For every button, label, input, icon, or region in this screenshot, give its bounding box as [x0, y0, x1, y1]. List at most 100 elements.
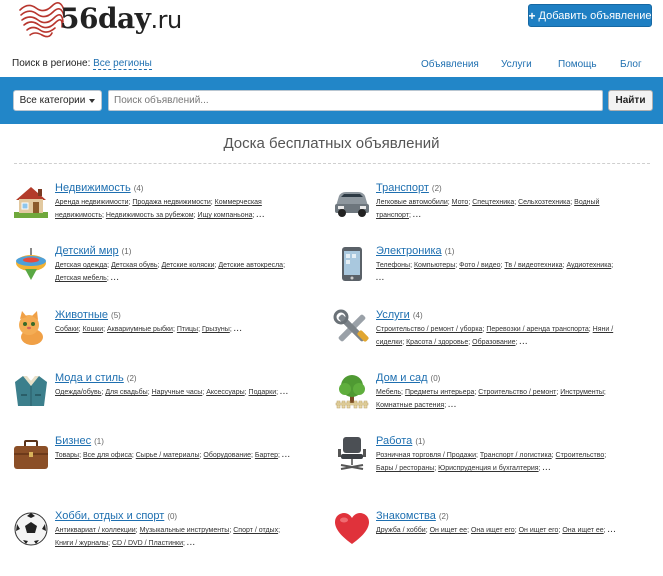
- subcategory-link[interactable]: Детская обувь: [111, 262, 158, 269]
- subcategory-link[interactable]: Детская мебель: [55, 275, 107, 282]
- site-logo[interactable]: 56day.ru: [18, 0, 188, 42]
- subcategory-link[interactable]: Она ищет ее: [562, 527, 603, 534]
- search-input[interactable]: [108, 90, 603, 111]
- category-name[interactable]: Детский мир: [55, 245, 119, 257]
- category-title[interactable]: Мода и стиль (2): [55, 372, 300, 384]
- more-subcategories[interactable]: ...: [234, 326, 243, 333]
- subcategory-link[interactable]: Строительство / ремонт: [478, 389, 556, 396]
- more-subcategories[interactable]: ...: [282, 452, 291, 459]
- subcategory-link[interactable]: Транспорт / логистика: [480, 452, 552, 459]
- subcategory-link[interactable]: Детские коляски: [161, 262, 214, 269]
- subcategory-link[interactable]: Легковые автомобили: [376, 199, 448, 206]
- subcategory-link[interactable]: Недвижимость за рубежом: [106, 212, 194, 219]
- jacket-icon[interactable]: [12, 372, 50, 410]
- subcategory-link[interactable]: Красота / здоровье: [406, 339, 468, 346]
- subcategory-link[interactable]: Птицы: [177, 326, 198, 333]
- subcategory-link[interactable]: Бары / рестораны: [376, 465, 434, 472]
- subcategory-link[interactable]: Одежда/обувь: [55, 389, 101, 396]
- region-link[interactable]: Все регионы: [93, 58, 152, 70]
- subcategory-link[interactable]: Аудиотехника: [566, 262, 611, 269]
- subcategory-link[interactable]: Он ищет ее: [430, 527, 467, 534]
- tree-icon[interactable]: [333, 372, 371, 410]
- category-title[interactable]: Хобби, отдых и спорт (0): [55, 510, 300, 522]
- subcategory-link[interactable]: Музыкальные инструменты: [140, 527, 230, 534]
- subcategory-link[interactable]: Спорт / отдых: [233, 527, 278, 534]
- more-subcategories[interactable]: ...: [376, 275, 385, 282]
- subcategory-link[interactable]: Подарки: [249, 389, 277, 396]
- category-title[interactable]: Работа (1): [376, 435, 621, 447]
- subcategory-link[interactable]: Тв / видеотехника: [504, 262, 562, 269]
- subcategory-link[interactable]: Детские автокресла: [218, 262, 283, 269]
- subcategory-link[interactable]: Она ищет его: [471, 527, 515, 534]
- subcategory-link[interactable]: Грызуны: [202, 326, 230, 333]
- subcategory-link[interactable]: Наручные часы: [152, 389, 203, 396]
- subcategory-link[interactable]: Перевозки / аренда транспорта: [486, 326, 588, 333]
- subcategory-link[interactable]: Строительство: [556, 452, 605, 459]
- office-chair-icon[interactable]: [333, 435, 371, 473]
- category-name[interactable]: Бизнес: [55, 435, 91, 447]
- more-subcategories[interactable]: ...: [542, 465, 551, 472]
- category-dropdown[interactable]: Все категории: [13, 90, 102, 111]
- more-subcategories[interactable]: ...: [448, 402, 457, 409]
- category-name[interactable]: Дом и сад: [376, 372, 428, 384]
- subcategory-link[interactable]: Аренда недвижимости: [55, 199, 128, 206]
- category-title[interactable]: Электроника (1): [376, 245, 621, 257]
- category-name[interactable]: Недвижимость: [55, 182, 131, 194]
- kitten-icon[interactable]: [12, 309, 50, 347]
- category-name[interactable]: Мода и стиль: [55, 372, 124, 384]
- subcategory-link[interactable]: Комнатные растения: [376, 402, 444, 409]
- category-name[interactable]: Животные: [55, 309, 108, 321]
- subcategory-link[interactable]: Сельхозтехника: [518, 199, 570, 206]
- category-title[interactable]: Транспорт (2): [376, 182, 621, 194]
- subcategory-link[interactable]: Аксессуары: [206, 389, 244, 396]
- subcategory-link[interactable]: Розничная торговля / Продажи: [376, 452, 476, 459]
- more-subcategories[interactable]: ...: [187, 540, 196, 547]
- subcategory-link[interactable]: Спецтехника: [472, 199, 514, 206]
- category-title[interactable]: Услуги (4): [376, 309, 621, 321]
- category-name[interactable]: Транспорт: [376, 182, 429, 194]
- category-title[interactable]: Дом и сад (0): [376, 372, 621, 384]
- nav-help[interactable]: Помощь: [558, 59, 597, 70]
- subcategory-link[interactable]: Оборудование: [203, 452, 251, 459]
- subcategory-link[interactable]: Для свадьбы: [105, 389, 147, 396]
- subcategory-link[interactable]: Сырье / материалы: [136, 452, 200, 459]
- category-name[interactable]: Хобби, отдых и спорт: [55, 510, 164, 522]
- more-subcategories[interactable]: ...: [111, 275, 120, 282]
- category-title[interactable]: Недвижимость (4): [55, 182, 300, 194]
- category-name[interactable]: Работа: [376, 435, 412, 447]
- subcategory-link[interactable]: Он ищет его: [519, 527, 559, 534]
- subcategory-link[interactable]: Продажа недвижимости: [132, 199, 210, 206]
- subcategory-link[interactable]: Антиквариат / коллекции: [55, 527, 136, 534]
- nav-listings[interactable]: Объявления: [421, 59, 479, 70]
- subcategory-link[interactable]: Ищу компаньона: [197, 212, 252, 219]
- heart-icon[interactable]: [333, 510, 371, 548]
- subcategory-link[interactable]: Строительство / ремонт / уборка: [376, 326, 482, 333]
- more-subcategories[interactable]: ...: [608, 527, 617, 534]
- subcategory-link[interactable]: CD / DVD / Пластинки: [112, 540, 183, 547]
- soccer-ball-icon[interactable]: [12, 510, 50, 548]
- subcategory-link[interactable]: Бартер: [255, 452, 278, 459]
- subcategory-link[interactable]: Предметы интерьера: [405, 389, 474, 396]
- briefcase-icon[interactable]: [12, 435, 50, 473]
- spinning-top-icon[interactable]: [12, 245, 50, 283]
- tools-icon[interactable]: [333, 309, 371, 347]
- subcategory-link[interactable]: Телефоны: [376, 262, 410, 269]
- subcategory-link[interactable]: Все для офиса: [83, 452, 132, 459]
- subcategory-link[interactable]: Детская одежда: [55, 262, 107, 269]
- nav-blog[interactable]: Блог: [620, 59, 642, 70]
- subcategory-link[interactable]: Мото: [452, 199, 469, 206]
- nav-services[interactable]: Услуги: [501, 59, 532, 70]
- more-subcategories[interactable]: ...: [256, 212, 265, 219]
- subcategory-link[interactable]: Товары: [55, 452, 79, 459]
- subcategory-link[interactable]: Книги / журналы: [55, 540, 108, 547]
- smartphone-icon[interactable]: [333, 245, 371, 283]
- category-title[interactable]: Знакомства (2): [376, 510, 621, 522]
- subcategory-link[interactable]: Образование: [472, 339, 515, 346]
- category-title[interactable]: Бизнес (1): [55, 435, 300, 447]
- category-name[interactable]: Знакомства: [376, 510, 436, 522]
- car-icon[interactable]: [333, 182, 371, 220]
- subcategory-link[interactable]: Компьютеры: [414, 262, 455, 269]
- more-subcategories[interactable]: ...: [280, 389, 289, 396]
- add-listing-button[interactable]: + Добавить объявление: [528, 4, 652, 27]
- more-subcategories[interactable]: ...: [413, 212, 422, 219]
